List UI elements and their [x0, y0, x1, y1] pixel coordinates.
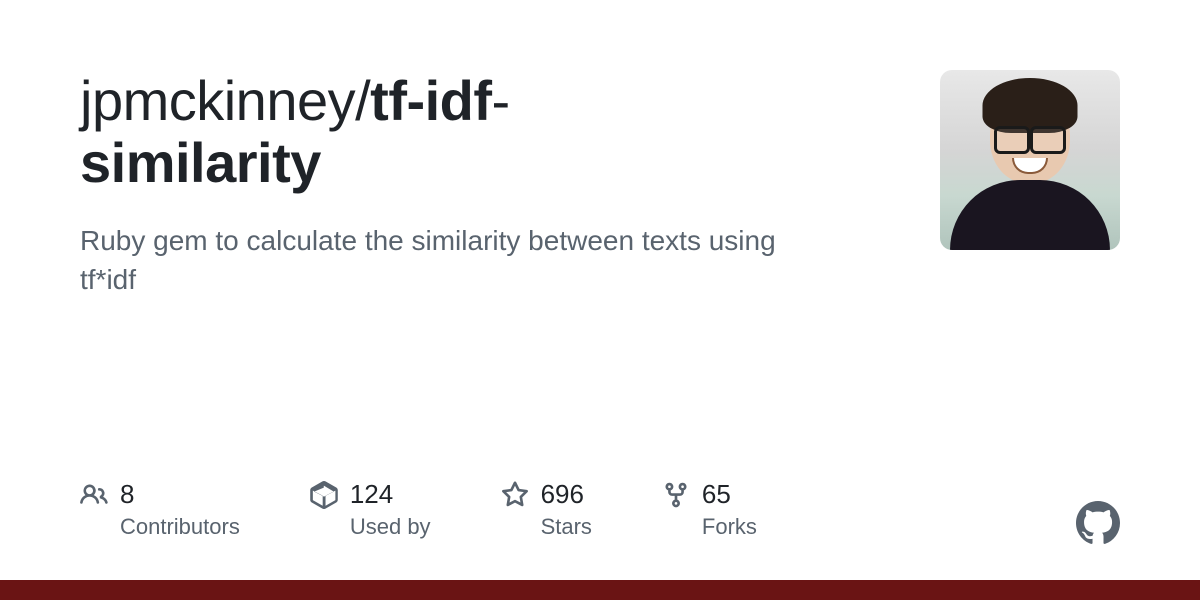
slash-separator: /	[355, 69, 370, 132]
stat-label: Used by	[350, 514, 431, 540]
stat-count: 124	[350, 479, 431, 510]
stat-count: 65	[702, 479, 757, 510]
github-logo-icon[interactable]	[1076, 501, 1120, 545]
stat-forks[interactable]: 65 Forks	[662, 479, 757, 540]
stat-contributors[interactable]: 8 Contributors	[80, 479, 240, 540]
accent-bar	[0, 580, 1200, 600]
stat-label: Contributors	[120, 514, 240, 540]
repo-owner: jpmckinney	[80, 69, 355, 132]
avatar[interactable]	[940, 70, 1120, 250]
stat-stars[interactable]: 696 Stars	[501, 479, 592, 540]
stat-count: 8	[120, 479, 240, 510]
repo-card: jpmckinney/tf-idf- similarity Ruby gem to…	[0, 0, 1200, 300]
repo-title[interactable]: jpmckinney/tf-idf- similarity	[80, 70, 880, 193]
people-icon	[80, 481, 108, 509]
repo-name-bold-2: similarity	[80, 131, 321, 194]
stat-usedby[interactable]: 124 Used by	[310, 479, 431, 540]
fork-icon	[662, 481, 690, 509]
stat-count: 696	[541, 479, 592, 510]
package-dependents-icon	[310, 481, 338, 509]
stat-label: Stars	[541, 514, 592, 540]
repo-stats: 8 Contributors 124 Used by 696 Stars 65 …	[80, 479, 757, 540]
repo-description: Ruby gem to calculate the similarity bet…	[80, 221, 800, 299]
repo-info: jpmckinney/tf-idf- similarity Ruby gem to…	[80, 70, 880, 300]
star-icon	[501, 481, 529, 509]
repo-name-bold: tf-idf	[370, 69, 491, 132]
stat-label: Forks	[702, 514, 757, 540]
hyphen: -	[492, 69, 510, 132]
